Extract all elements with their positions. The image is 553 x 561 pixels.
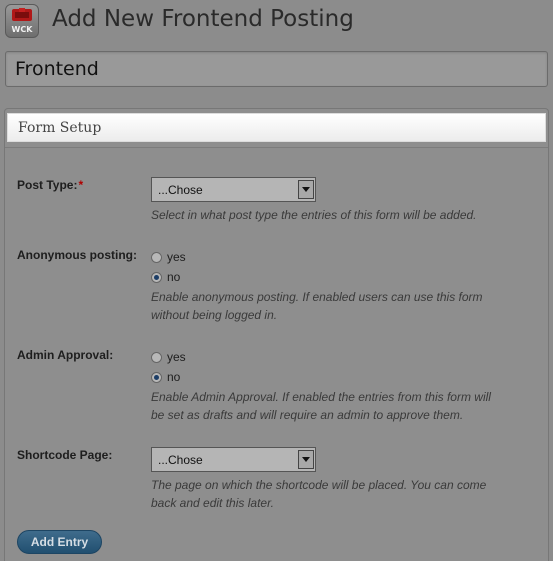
divider	[5, 147, 548, 148]
metabox-header[interactable]: Form Setup	[7, 113, 546, 142]
post-title-input[interactable]: Frontend	[5, 51, 548, 87]
post-type-selected: ...Chose	[158, 183, 203, 197]
anonymous-yes-option[interactable]: yes	[151, 249, 186, 265]
radio-button[interactable]	[151, 351, 162, 363]
admin-approval-description: Enable Admin Approval. If enabled the en…	[151, 388, 531, 424]
description-line: Enable Admin Approval. If enabled the en…	[151, 390, 491, 404]
shortcode-page-label: Shortcode Page:	[17, 448, 113, 462]
radio-button[interactable]	[151, 271, 162, 283]
add-entry-button[interactable]: Add Entry	[17, 530, 102, 554]
page-title: Add New Frontend Posting	[52, 6, 354, 32]
anonymous-posting-label: Anonymous posting:	[17, 248, 137, 262]
description-line: back and edit this later.	[151, 496, 274, 510]
post-type-description: Select in what post type the entries of …	[151, 208, 477, 222]
post-type-select[interactable]: ...Chose	[151, 177, 316, 202]
radio-label: yes	[167, 350, 186, 364]
wck-logo-icon: WCK	[5, 4, 39, 38]
shortcode-page-selected: ...Chose	[158, 453, 203, 467]
logo-text: WCK	[11, 25, 33, 34]
shortcode-page-description: The page on which the shortcode will be …	[151, 476, 531, 512]
admin-approval-no-option[interactable]: no	[151, 369, 180, 385]
post-type-label: Post Type:*	[17, 178, 83, 192]
radio-button[interactable]	[151, 371, 162, 383]
required-marker: *	[78, 178, 84, 192]
post-type-label-text: Post Type:	[17, 178, 78, 192]
description-line: The page on which the shortcode will be …	[151, 478, 487, 492]
metabox-title: Form Setup	[18, 120, 102, 136]
admin-approval-yes-option[interactable]: yes	[151, 349, 186, 365]
anonymous-no-option[interactable]: no	[151, 269, 180, 285]
form-setup-metabox: Form Setup Post Type:* ...Chose Select i…	[4, 108, 549, 561]
radio-label: no	[167, 270, 181, 284]
chevron-down-icon[interactable]	[298, 450, 314, 469]
radio-button[interactable]	[151, 251, 162, 263]
page: WCK Add New Frontend Posting Frontend Fo…	[0, 0, 553, 561]
description-line: Enable anonymous posting. If enabled use…	[151, 290, 483, 304]
description-line: without being logged in.	[151, 308, 278, 322]
admin-approval-label: Admin Approval:	[17, 348, 114, 362]
chevron-down-icon[interactable]	[298, 180, 314, 199]
radio-label: yes	[167, 250, 186, 264]
radio-label: no	[167, 370, 181, 384]
shortcode-page-select[interactable]: ...Chose	[151, 447, 316, 472]
anonymous-posting-description: Enable anonymous posting. If enabled use…	[151, 288, 531, 324]
description-line: be set as drafts and will require an adm…	[151, 408, 464, 422]
